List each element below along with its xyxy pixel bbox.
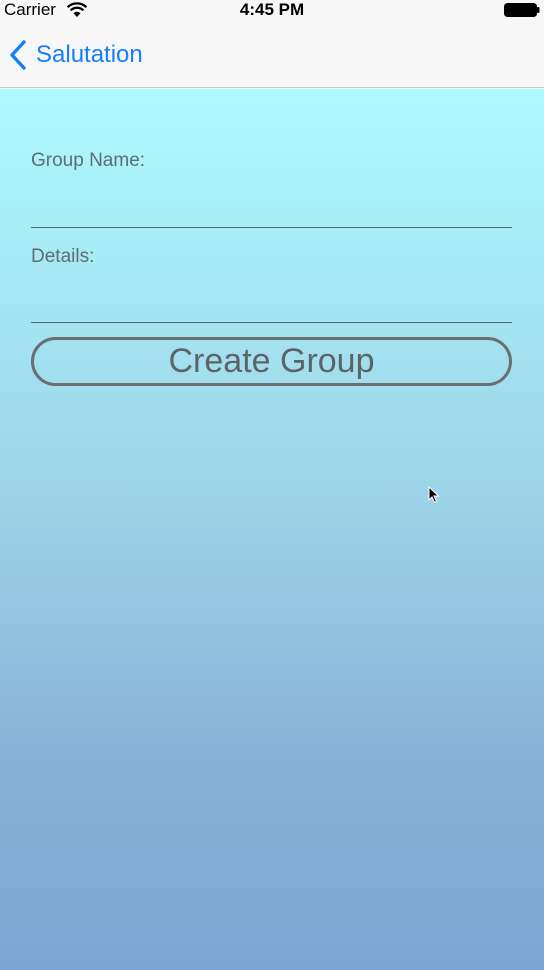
form-container: Group Name: Details: Create Group bbox=[0, 89, 544, 970]
mouse-cursor-icon bbox=[428, 486, 440, 504]
battery-icon bbox=[504, 3, 540, 17]
group-name-label: Group Name: bbox=[31, 150, 146, 171]
back-button-label: Salutation bbox=[36, 41, 143, 68]
status-time: 4:45 PM bbox=[239, 0, 305, 19]
back-button[interactable]: Salutation bbox=[8, 38, 143, 72]
details-input[interactable] bbox=[31, 287, 512, 323]
details-label: Details: bbox=[31, 246, 95, 267]
create-group-button[interactable]: Create Group bbox=[31, 337, 512, 386]
group-name-input[interactable] bbox=[31, 192, 512, 228]
status-bar: Carrier 4:45 PM bbox=[0, 0, 544, 20]
chevron-left-icon bbox=[10, 40, 26, 70]
navigation-bar: Salutation bbox=[0, 20, 544, 88]
